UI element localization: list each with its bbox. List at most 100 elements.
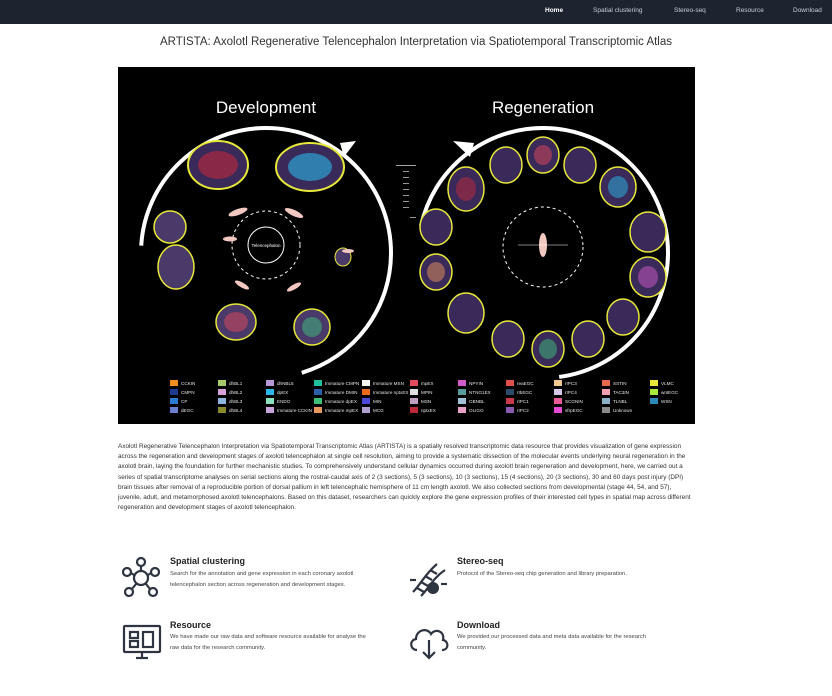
legend-label: CCKIN [181,380,196,386]
legend-item: rIPC4 [554,388,577,396]
legend-label: dhBL3 [229,398,243,404]
legend-item: dhBL3 [218,397,242,405]
legend-swatch [218,389,226,395]
legend-item: NTNG1EX [458,388,491,396]
legend-item: NPYIN [458,379,483,387]
atlas-overview-figure: Development Regeneration Telencephalon C… [118,67,695,424]
atlas-description: Axolotl Regenerative Telencephalon Inter… [118,443,691,512]
legend-label: reaEGC [517,380,534,386]
legend-swatch [602,380,610,386]
legend-label: rIPC1 [517,398,529,404]
legend-item: MSN [410,397,431,405]
legend-swatch [602,398,610,404]
nav-stereo-seq[interactable]: Stereo-seq [674,7,706,14]
feature-spatial-clustering[interactable]: Spatial clustering Search for the annota… [118,552,408,612]
legend-item: sfrpEGC [554,406,583,414]
feature-description: We provided our processed data and meta … [457,634,647,651]
legend-label: Immature dpEX [325,398,357,404]
legend-swatch [218,380,226,386]
feature-stereo-seq[interactable]: Stereo-seq Protocol of the Stereo-seq ch… [405,552,695,612]
legend-item: ENDO [266,397,290,405]
legend-label: sfrpEGC [565,407,583,413]
legend-swatch [410,398,418,404]
legend-item: TLNBL [602,397,627,405]
feature-resource[interactable]: Resource We have made our raw data and s… [118,618,408,668]
legend-swatch [650,380,658,386]
legend-label: rIPC2 [517,407,529,413]
nav-home[interactable]: Home [545,7,563,14]
legend-label: Immature nptxEX [373,389,409,395]
legend-swatch [458,380,466,386]
legend-item: rIPC2 [506,406,529,414]
legend-label: Immature CCKIN [277,407,312,413]
legend-swatch [410,380,418,386]
legend-item: nptxEX [410,406,436,414]
legend-label: dpEX [277,389,289,395]
legend-swatch [362,389,370,395]
legend-label: ENDO [277,398,291,404]
legend-label: TLNBL [613,398,628,404]
legend-item: CMPN [170,388,195,396]
legend-item: dhNBL5 [266,379,294,387]
legend-swatch [410,389,418,395]
legend-swatch [314,407,322,413]
legend-label: CMPN [181,389,195,395]
legend-item: rIPC1 [506,397,529,405]
cloud-download-icon [410,629,449,660]
feature-download[interactable]: Download We provided our processed data … [405,618,695,668]
legend-item: rIPC3 [554,379,577,387]
legend-swatch [170,389,178,395]
legend-label: MSN [421,398,432,404]
legend-swatch [266,398,274,404]
legend-item: OBNBL [458,397,485,405]
legend-label: rIPC4 [565,389,577,395]
legend-label: dhNBL5 [277,380,294,386]
page-title: ARTISTA: Axolotl Regenerative Telencepha… [159,36,673,48]
legend-swatch [602,389,610,395]
nav-resource[interactable]: Resource [736,7,764,14]
legend-item: dhBL4 [218,406,242,414]
cluster-icon [122,556,160,598]
legend-label: nptxEX [421,407,436,413]
legend-label: NPYIN [469,380,484,386]
legend-label: wntEGC [661,389,679,395]
legend-item: dhBL2 [218,388,242,396]
feature-description: We have made our raw data and software r… [170,634,366,651]
legend-label: Immature mpEX [325,407,359,413]
nav-spatial-clustering[interactable]: Spatial clustering [593,7,643,14]
legend-item: TAC3IN [602,388,629,396]
legend-label: MPIN [421,389,433,395]
legend-item: Immature mpEX [314,406,358,414]
legend-swatch [458,407,466,413]
legend-label: mpEX [421,380,434,386]
legend-swatch [314,389,322,395]
legend-item: Immature CCKIN [266,406,312,414]
legend-item: OLIGO [458,406,484,414]
legend-item: MPIN [410,388,432,396]
legend-swatch [506,407,514,413]
legend-label: OLIGO [469,407,484,413]
legend-label: OBNBL [469,398,485,404]
legend-swatch [314,398,322,404]
legend-swatch [410,407,418,413]
legend-item: Immature nptxEX [362,388,409,396]
nav-download[interactable]: Download [793,7,822,14]
legend-item: CP [170,397,187,405]
cell-type-legend: CCKIN CMPN CP dEGC dhBL1 dhBL2 dhBL3 dhBL4 dhNBL… [170,379,690,421]
feature-title: Spatial clustering [170,556,246,566]
feature-title: Download [457,620,500,630]
legend-item: Immature dpEX [314,397,357,405]
legend-swatch [314,380,322,386]
legend-item: SCGNIN [554,397,583,405]
legend-label: dhBL2 [229,389,243,395]
legend-swatch [266,389,274,395]
legend-swatch [506,389,514,395]
legend-item: wntEGC [650,388,678,396]
legend-item: dpEX [266,388,288,396]
legend-swatch [362,407,370,413]
regeneration-label: Regeneration [492,98,594,117]
legend-label: rIbEGC [517,389,533,395]
legend-label: TAC3IN [613,389,629,395]
telencephalon-label: Telencephalon [251,243,281,248]
legend-label: dhBL1 [229,380,243,386]
